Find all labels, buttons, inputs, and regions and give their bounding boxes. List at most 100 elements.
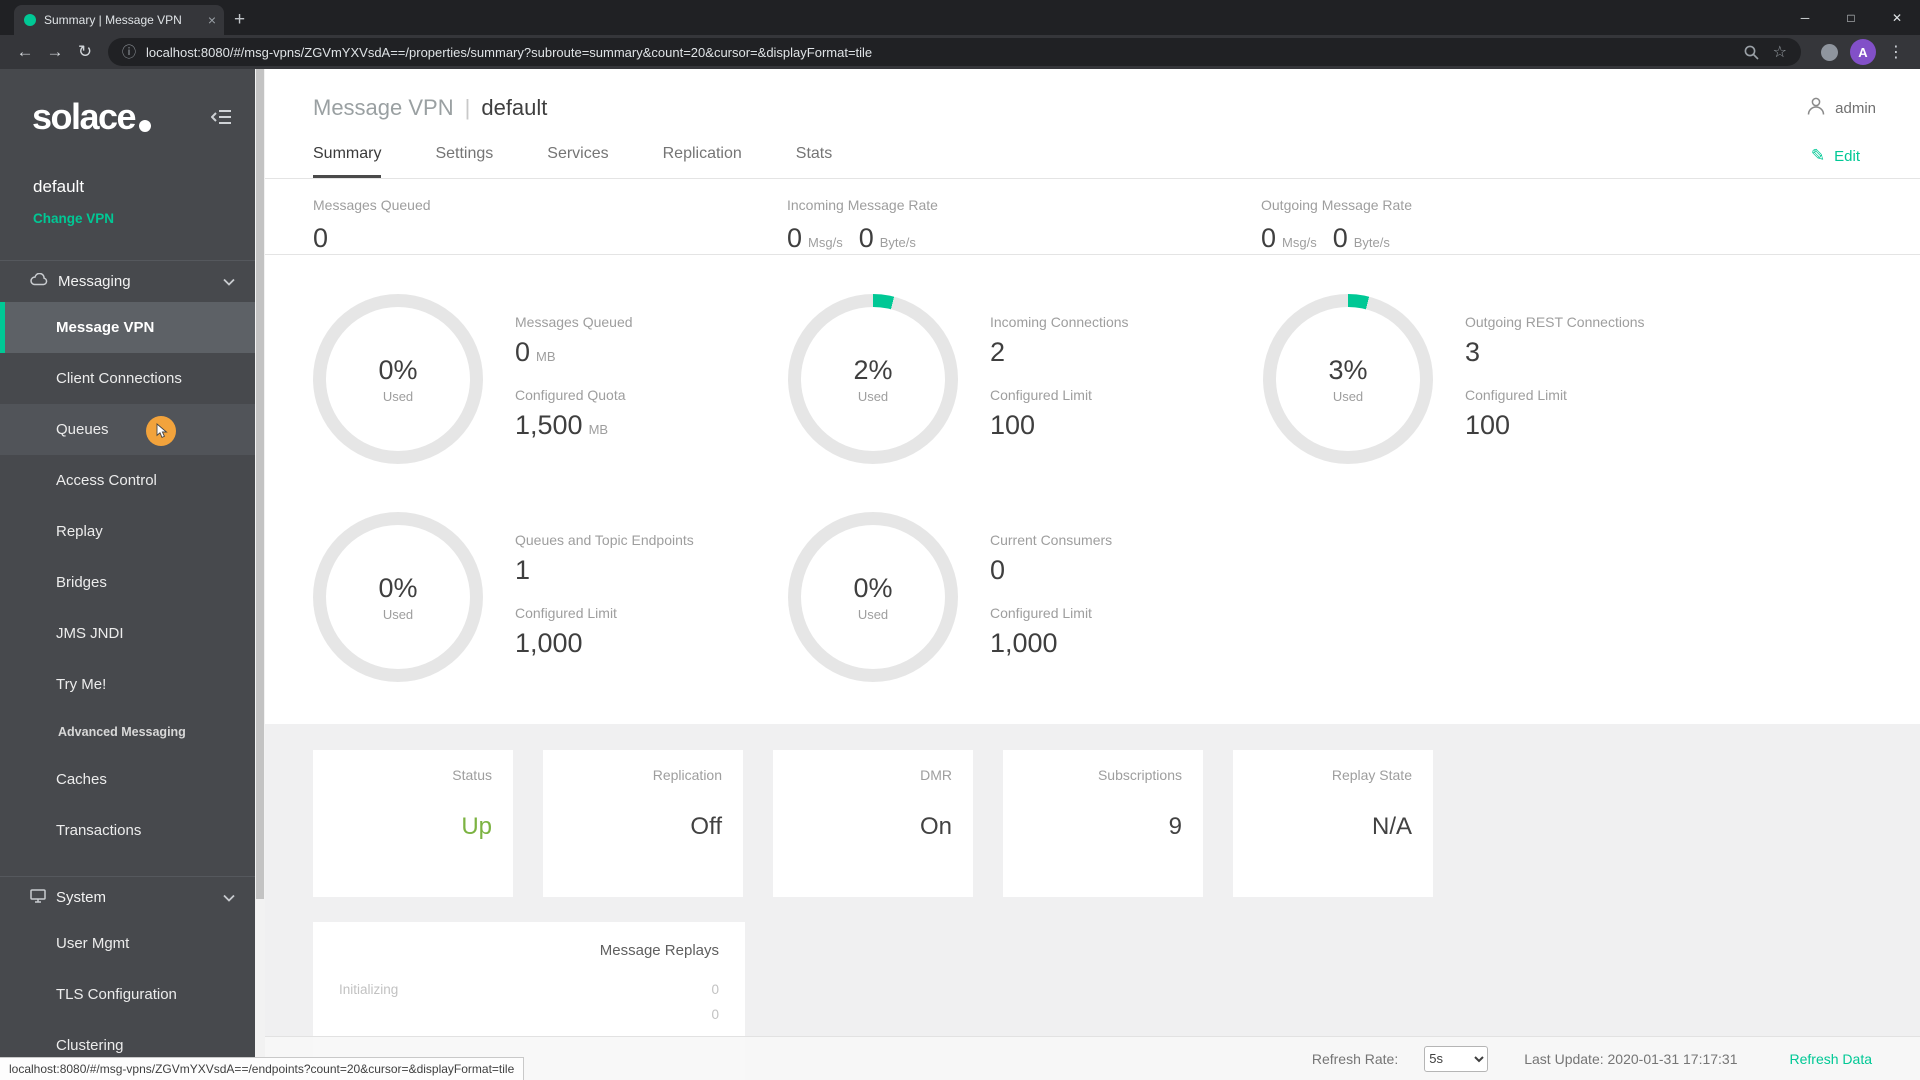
sidebar-item-transactions[interactable]: Transactions (0, 805, 255, 856)
gauge-limit-value: 100 (1465, 410, 1511, 440)
sidebar-subheader-advanced-messaging: Advanced Messaging (0, 710, 255, 754)
replay-row-value: 0 (711, 982, 719, 997)
gauge-metric-label: Messages Queued (515, 314, 633, 330)
sidebar-item-tls-configuration[interactable]: TLS Configuration (0, 969, 255, 1020)
sidebar-item-label: Transactions (56, 822, 142, 839)
extension-icon[interactable] (1821, 43, 1838, 61)
minimize-button[interactable]: ─ (1782, 0, 1828, 35)
tile-value: 9 (1168, 813, 1182, 840)
donut-chart: 2% Used (788, 294, 958, 464)
tab-summary[interactable]: Summary (313, 145, 382, 178)
click-indicator (146, 416, 176, 446)
gauge-metric-value: 0 (990, 555, 1006, 585)
page-title: default (481, 95, 548, 120)
stat-unit: Byte/s (879, 235, 916, 250)
profile-avatar[interactable]: A (1850, 39, 1876, 65)
donut-chart: 0% Used (788, 512, 958, 682)
zoom-icon[interactable] (1743, 44, 1759, 60)
stat-value: 0 (1332, 223, 1348, 253)
sidebar-item-try-me[interactable]: Try Me! (0, 659, 255, 710)
browser-tab-bar: Summary | Message VPN × + ─ □ ✕ (0, 0, 1920, 35)
window-controls: ─ □ ✕ (1782, 0, 1920, 35)
tab-replication[interactable]: Replication (663, 145, 742, 178)
url-text[interactable]: localhost:8080/#/msg-vpns/ZGVmYXVsdA==/p… (146, 45, 1729, 60)
tile-subscriptions: Subscriptions 9 (1003, 750, 1203, 897)
gauge-metric-label: Incoming Connections (990, 314, 1129, 330)
sidebar-scrollbar[interactable] (255, 69, 265, 1080)
tab-close-icon[interactable]: × (208, 13, 216, 27)
tab-settings[interactable]: Settings (435, 145, 493, 178)
stat-value: 0 (858, 223, 874, 253)
gauge-limit-value: 1,000 (990, 628, 1058, 658)
tab-stats[interactable]: Stats (796, 145, 832, 178)
sidebar-item-queues[interactable]: Queues (0, 404, 255, 455)
site-info-icon[interactable]: ⓘ (122, 42, 136, 62)
tab-title: Summary | Message VPN (44, 13, 182, 27)
edit-button[interactable]: ✎ Edit (1811, 146, 1860, 166)
address-bar[interactable]: ⓘ localhost:8080/#/msg-vpns/ZGVmYXVsdA==… (108, 38, 1801, 66)
donut-chart: 0% Used (313, 294, 483, 464)
forward-icon[interactable]: → (40, 38, 70, 66)
gauge-current-consumers: 0% Used Current Consumers 0 Configured L… (788, 512, 1263, 682)
browser-tab[interactable]: Summary | Message VPN × (14, 5, 224, 35)
tile-value: Off (690, 813, 722, 840)
page-header: Message VPN | default admin (265, 69, 1920, 121)
bookmark-star-icon[interactable]: ☆ (1773, 42, 1787, 62)
browser-menu-icon[interactable]: ⋮ (1882, 42, 1910, 62)
sidebar-item-label: JMS JNDI (56, 625, 124, 642)
refresh-data-link[interactable]: Refresh Data (1790, 1051, 1872, 1067)
section-label: System (56, 889, 107, 906)
gauges-section: 0% Used Messages Queued 0 MB Configured Q… (265, 255, 1920, 682)
section-label: Messaging (58, 273, 131, 290)
tile-dmr: DMR On (773, 750, 973, 897)
new-tab-button[interactable]: + (234, 9, 245, 31)
sidebar-item-client-connections[interactable]: Client Connections (0, 353, 255, 404)
tab-services[interactable]: Services (547, 145, 608, 178)
sidebar-item-label: Access Control (56, 472, 157, 489)
sidebar-item-caches[interactable]: Caches (0, 754, 255, 805)
solace-logo[interactable]: solace (32, 99, 152, 135)
gauge-metric-label: Outgoing REST Connections (1465, 314, 1645, 330)
replay-row: Initializing 0 (339, 977, 719, 1002)
close-button[interactable]: ✕ (1874, 0, 1920, 35)
tile-value: On (919, 813, 952, 840)
scrollbar-thumb[interactable] (256, 69, 264, 899)
sidebar-section-system[interactable]: System (0, 876, 255, 918)
sidebar-item-label: Caches (56, 771, 107, 788)
sidebar-section-messaging[interactable]: Messaging (0, 260, 255, 302)
collapse-sidebar-icon[interactable] (211, 109, 233, 125)
reload-icon[interactable]: ↻ (70, 38, 100, 66)
back-icon[interactable]: ← (10, 38, 40, 66)
sidebar-item-message-vpn[interactable]: Message VPN (0, 302, 255, 353)
gauge-used-label: Used (1332, 388, 1364, 404)
refresh-rate-select[interactable]: 5s (1424, 1045, 1489, 1072)
stat-value: 0 (313, 223, 329, 253)
solace-logo-dot (139, 120, 152, 132)
tile-label: DMR (920, 767, 952, 783)
app: solace default Change VPN Messaging Mess… (0, 69, 1920, 1080)
gauge-metric-value: 0 (515, 337, 531, 367)
donut-chart: 3% Used (1263, 294, 1433, 464)
sidebar-item-label: Bridges (56, 574, 107, 591)
browser-toolbar: ← → ↻ ⓘ localhost:8080/#/msg-vpns/ZGVmYX… (0, 35, 1920, 69)
sidebar-item-access-control[interactable]: Access Control (0, 455, 255, 506)
gauge-metric-value: 1 (515, 555, 531, 585)
person-icon (1805, 95, 1827, 121)
stat-messages-queued: Messages Queued 0 (313, 197, 787, 254)
sidebar-item-bridges[interactable]: Bridges (0, 557, 255, 608)
edit-label: Edit (1834, 147, 1860, 165)
gauge-percent: 0% (853, 572, 893, 603)
gauge-metric-label: Queues and Topic Endpoints (515, 532, 694, 548)
gauge-limit-value: 1,500 (515, 410, 583, 440)
gauge-percent: 2% (853, 354, 893, 385)
tile-label: Replay State (1331, 767, 1412, 783)
change-vpn-link[interactable]: Change VPN (33, 211, 255, 226)
sidebar-item-user-mgmt[interactable]: User Mgmt (0, 918, 255, 969)
gauge-percent: 3% (1328, 354, 1368, 385)
chevron-down-icon (223, 894, 235, 902)
user-menu[interactable]: admin (1805, 95, 1876, 121)
sidebar-item-jms-jndi[interactable]: JMS JNDI (0, 608, 255, 659)
tile-status: Status Up (313, 750, 513, 897)
maximize-button[interactable]: □ (1828, 0, 1874, 35)
sidebar-item-replay[interactable]: Replay (0, 506, 255, 557)
